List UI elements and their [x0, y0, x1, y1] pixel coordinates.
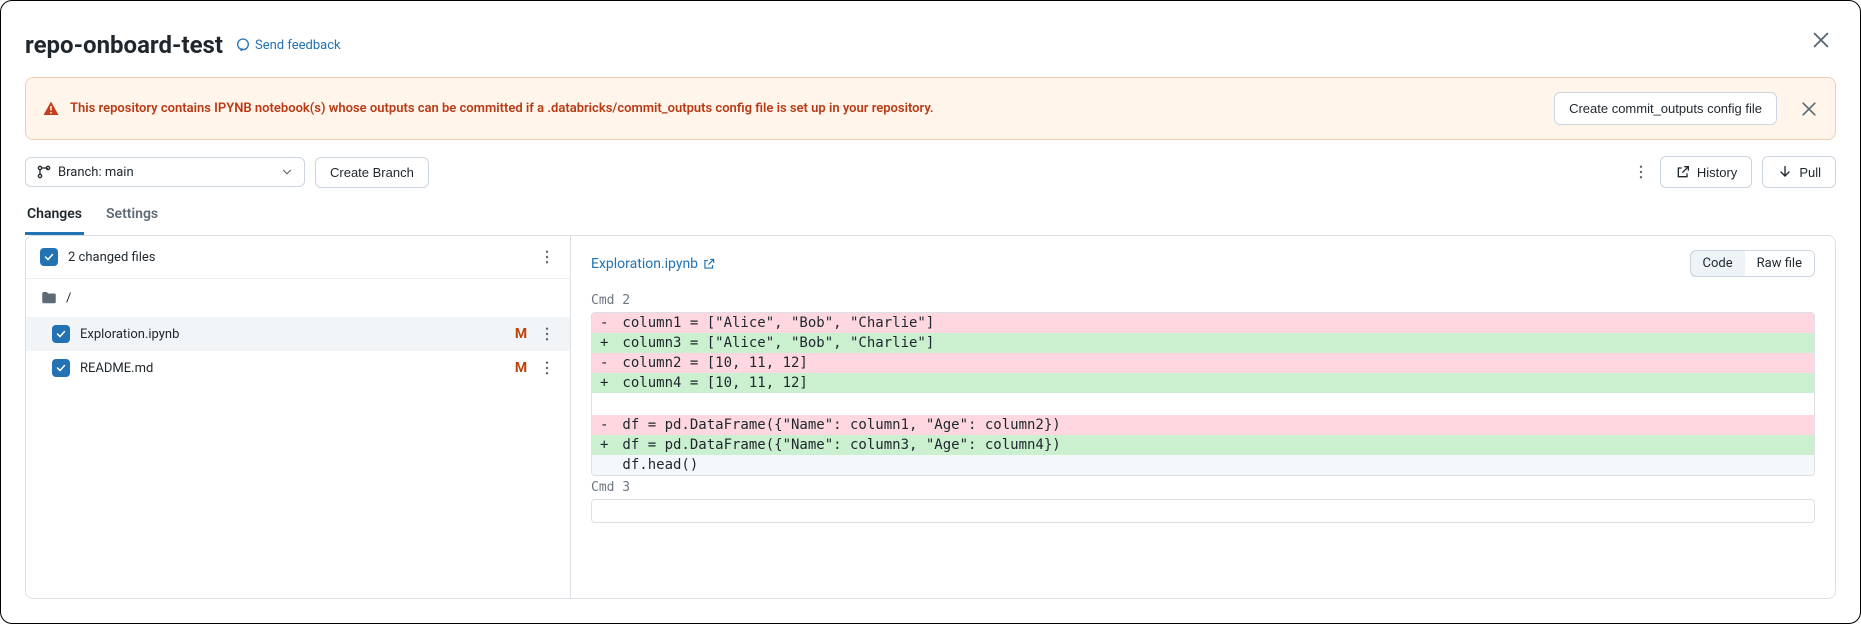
warning-icon: [42, 100, 60, 118]
file-row[interactable]: README.md M: [26, 351, 570, 385]
diff-header: Exploration.ipynb Code Raw file: [591, 248, 1815, 289]
history-label: History: [1697, 165, 1737, 180]
header: repo-onboard-test Send feedback: [25, 31, 1836, 59]
view-mode-raw[interactable]: Raw file: [1745, 251, 1814, 276]
diff-line: df.head(): [592, 455, 1814, 475]
file-status-badge: M: [514, 326, 528, 342]
file-checkbox[interactable]: [52, 359, 70, 377]
page-title: repo-onboard-test: [25, 31, 223, 59]
create-config-button[interactable]: Create commit_outputs config file: [1554, 92, 1777, 125]
feedback-link[interactable]: Send feedback: [235, 37, 341, 53]
pull-button[interactable]: Pull: [1762, 156, 1836, 188]
cmd-label: Cmd 2: [591, 293, 1815, 308]
main-panel: 2 changed files / Exploration.ipynbMREAD…: [25, 235, 1836, 599]
feedback-link-label: Send feedback: [255, 38, 341, 53]
toolbar: Branch: main Create Branch History Pull: [25, 156, 1836, 188]
file-overflow-menu[interactable]: [538, 359, 556, 377]
diff-line: + column4 = [10, 11, 12]: [592, 373, 1814, 393]
tab-bar: Changes Settings: [25, 202, 1836, 235]
banner-close-icon[interactable]: [1799, 99, 1819, 119]
tab-settings[interactable]: Settings: [104, 202, 160, 235]
toolbar-overflow-menu[interactable]: [1632, 163, 1650, 181]
diff-filename: Exploration.ipynb: [591, 256, 698, 272]
diff-line: - df = pd.DataFrame({"Name": column1, "A…: [592, 415, 1814, 435]
diff-block-empty: [591, 499, 1815, 523]
chat-icon: [235, 37, 251, 53]
changed-files-header: 2 changed files: [26, 236, 570, 279]
tab-changes[interactable]: Changes: [25, 202, 84, 235]
create-branch-button[interactable]: Create Branch: [315, 157, 429, 188]
diff-block: - column1 = ["Alice", "Bob", "Charlie"]+…: [591, 312, 1815, 476]
folder-icon: [40, 289, 58, 307]
changed-files-summary: 2 changed files: [68, 250, 528, 265]
file-name-label: Exploration.ipynb: [80, 327, 504, 342]
banner-message: This repository contains IPYNB notebook(…: [70, 101, 934, 116]
file-list: Exploration.ipynb M README.md M: [26, 317, 570, 385]
branch-label: Branch: main: [58, 165, 134, 180]
external-link-icon: [702, 257, 716, 271]
view-mode-toggle: Code Raw file: [1690, 250, 1815, 277]
root-path-label: /: [66, 291, 71, 306]
diff-line: [592, 393, 1814, 415]
files-overflow-menu[interactable]: [538, 248, 556, 266]
view-mode-code[interactable]: Code: [1690, 250, 1746, 277]
diff-container: Cmd 2 - column1 = ["Alice", "Bob", "Charl…: [591, 289, 1815, 523]
warning-banner: This repository contains IPYNB notebook(…: [25, 77, 1836, 140]
download-icon: [1777, 164, 1793, 180]
file-checkbox[interactable]: [52, 325, 70, 343]
root-folder-row[interactable]: /: [26, 279, 570, 317]
file-overflow-menu[interactable]: [538, 325, 556, 343]
diff-line: + df = pd.DataFrame({"Name": column3, "A…: [592, 435, 1814, 455]
cmd-label: Cmd 3: [591, 480, 1815, 495]
diff-pane: Exploration.ipynb Code Raw file Cmd 2 - c…: [571, 236, 1835, 598]
diff-line: - column2 = [10, 11, 12]: [592, 353, 1814, 373]
history-button[interactable]: History: [1660, 156, 1752, 188]
pull-label: Pull: [1799, 165, 1821, 180]
file-status-badge: M: [514, 360, 528, 376]
branch-selector[interactable]: Branch: main: [25, 157, 305, 187]
diff-line: + column3 = ["Alice", "Bob", "Charlie"]: [592, 333, 1814, 353]
git-dialog: repo-onboard-test Send feedback This rep…: [0, 0, 1861, 624]
close-icon[interactable]: [1810, 29, 1832, 51]
file-row[interactable]: Exploration.ipynb M: [26, 317, 570, 351]
diff-line: - column1 = ["Alice", "Bob", "Charlie"]: [592, 313, 1814, 333]
external-link-icon: [1675, 164, 1691, 180]
file-tree-pane: 2 changed files / Exploration.ipynbMREAD…: [26, 236, 571, 598]
chevron-down-icon: [280, 165, 294, 179]
branch-icon: [36, 164, 52, 180]
select-all-checkbox[interactable]: [40, 248, 58, 266]
file-name-label: README.md: [80, 361, 504, 376]
diff-file-link[interactable]: Exploration.ipynb: [591, 256, 716, 272]
